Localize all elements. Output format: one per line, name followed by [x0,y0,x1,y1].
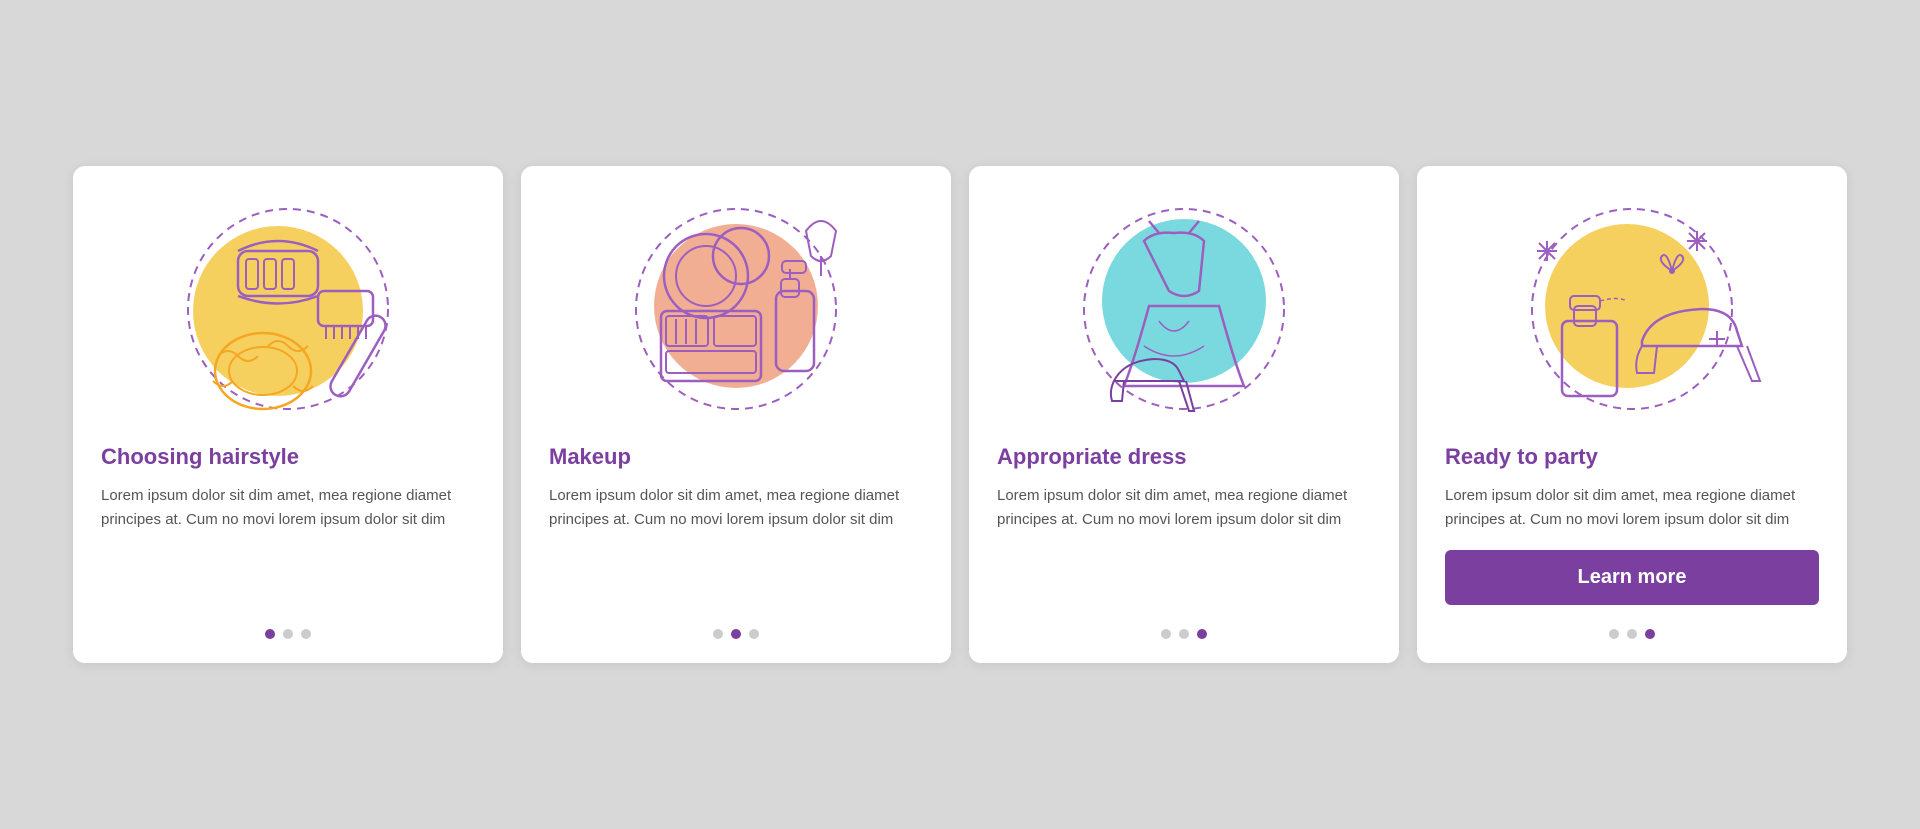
makeup-illustration [549,196,923,426]
dot-2 [1179,629,1189,639]
hairstyle-illustration [101,196,475,426]
dot-3 [749,629,759,639]
dot-3 [1645,629,1655,639]
hairstyle-dots [101,619,475,639]
cards-container: Choosing hairstyle Lorem ipsum dolor sit… [43,136,1877,693]
dot-1 [713,629,723,639]
dot-2 [1627,629,1637,639]
makeup-dots [549,619,923,639]
card-dress: Appropriate dress Lorem ipsum dolor sit … [969,166,1399,663]
hairstyle-title: Choosing hairstyle [101,444,299,470]
dress-dots [997,619,1371,639]
card-party: Ready to party Lorem ipsum dolor sit dim… [1417,166,1847,663]
learn-more-button[interactable]: Learn more [1445,550,1819,605]
party-dots [1445,619,1819,639]
makeup-title: Makeup [549,444,631,470]
party-illustration [1445,196,1819,426]
hairstyle-body: Lorem ipsum dolor sit dim amet, mea regi… [101,484,475,532]
card-hairstyle: Choosing hairstyle Lorem ipsum dolor sit… [73,166,503,663]
dot-3 [301,629,311,639]
dot-2 [283,629,293,639]
dot-2 [731,629,741,639]
dot-1 [265,629,275,639]
dot-3 [1197,629,1207,639]
makeup-body: Lorem ipsum dolor sit dim amet, mea regi… [549,484,923,532]
dress-illustration [997,196,1371,426]
dot-1 [1609,629,1619,639]
party-title: Ready to party [1445,444,1598,470]
card-makeup: Makeup Lorem ipsum dolor sit dim amet, m… [521,166,951,663]
party-body: Lorem ipsum dolor sit dim amet, mea regi… [1445,484,1819,532]
dress-body: Lorem ipsum dolor sit dim amet, mea regi… [997,484,1371,532]
dot-1 [1161,629,1171,639]
dress-title: Appropriate dress [997,444,1187,470]
